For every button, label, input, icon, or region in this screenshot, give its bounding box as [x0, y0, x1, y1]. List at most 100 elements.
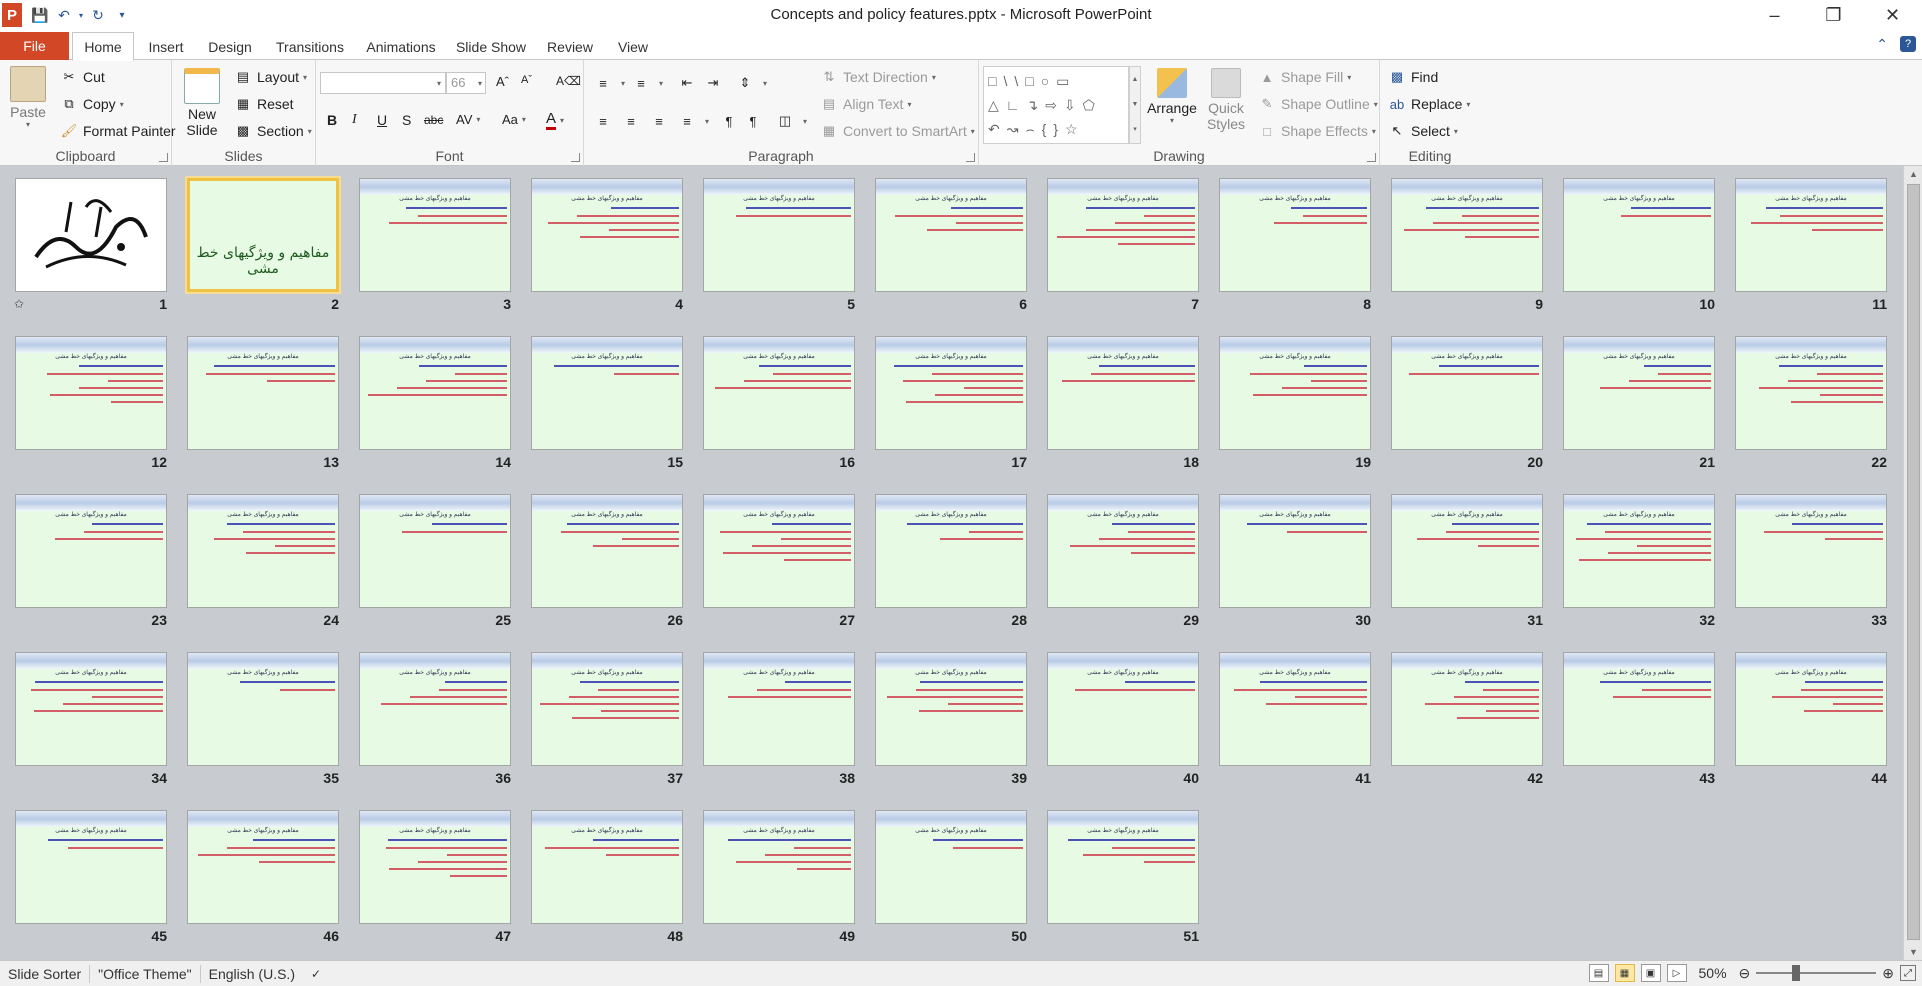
section-button[interactable]: ▩ Section ▾ [234, 122, 312, 140]
slide-thumbnail-cell[interactable]: مفاهیم و ویژگیهای خط مشی 27 [688, 482, 860, 637]
slide-thumbnail[interactable]: مفاهیم و ویژگیهای خط مشی [1735, 336, 1887, 450]
slide-thumbnail-cell[interactable]: مفاهیم و ویژگیهای خط مشی 40 [1032, 640, 1204, 795]
tab-animations[interactable]: Animations [362, 32, 440, 61]
slide-thumbnail[interactable]: مفاهیم و ویژگیهای خط مشی [1219, 652, 1371, 766]
slide-sorter-pane[interactable]: ✩ 1 مفاهیم و ویژگیهای خط مشی 2 مفاهیم و ویژگ… [0, 166, 1903, 960]
font-color-button[interactable]: A ▾ [546, 110, 564, 130]
slide-thumbnail-cell[interactable]: مفاهیم و ویژگیهای خط مشی 16 [688, 324, 860, 479]
slide-thumbnail[interactable]: مفاهیم و ویژگیهای خط مشی [187, 652, 339, 766]
scroll-thumb[interactable] [1907, 184, 1920, 940]
slide-thumbnail-cell[interactable]: مفاهیم و ویژگیهای خط مشی 3 [344, 166, 516, 321]
slide-thumbnail-cell[interactable]: مفاهیم و ویژگیهای خط مشی 39 [860, 640, 1032, 795]
zoom-in-icon[interactable]: ⊕ [1882, 965, 1894, 982]
slide-thumbnail[interactable]: مفاهیم و ویژگیهای خط مشی [703, 178, 855, 292]
slide-sorter-view-icon[interactable]: ▦ [1614, 964, 1635, 982]
shadow-button[interactable]: S [402, 112, 411, 128]
slide-thumbnail-cell[interactable]: مفاهیم و ویژگیهای خط مشی 38 [688, 640, 860, 795]
slide-thumbnail[interactable]: مفاهیم و ویژگیهای خط مشی [531, 178, 683, 292]
slide-thumbnail[interactable]: مفاهیم و ویژگیهای خط مشی [187, 494, 339, 608]
copy-button[interactable]: ⧉ Copy ▾ [60, 95, 123, 113]
slide-thumbnail[interactable]: مفاهیم و ویژگیهای خط مشی [703, 336, 855, 450]
slide-thumbnail[interactable] [15, 178, 167, 292]
slide-thumbnail[interactable]: مفاهیم و ویژگیهای خط مشی [359, 810, 511, 924]
tab-insert[interactable]: Insert [141, 32, 191, 61]
slide-thumbnail[interactable]: مفاهیم و ویژگیهای خط مشی [531, 494, 683, 608]
slide-thumbnail-cell[interactable]: مفاهیم و ویژگیهای خط مشی 13 [172, 324, 344, 479]
slide-thumbnail-cell[interactable]: مفاهیم و ویژگیهای خط مشی 35 [172, 640, 344, 795]
slide-thumbnail-cell[interactable]: مفاهیم و ویژگیهای خط مشی 12 [0, 324, 172, 479]
slide-thumbnail-cell[interactable]: مفاهیم و ویژگیهای خط مشی 32 [1548, 482, 1720, 637]
font-launcher-icon[interactable] [571, 153, 580, 162]
layout-button[interactable]: ▤ Layout ▾ [234, 68, 307, 86]
help-icon[interactable]: ? [1900, 36, 1916, 52]
slide-thumbnail[interactable]: مفاهیم و ویژگیهای خط مشی [1219, 336, 1371, 450]
close-icon[interactable]: ✕ [1863, 0, 1922, 30]
slide-thumbnail[interactable]: مفاهیم و ویژگیهای خط مشی [1047, 652, 1199, 766]
font-name-box[interactable]: ▾ [320, 72, 446, 94]
slide-thumbnail[interactable]: مفاهیم و ویژگیهای خط مشی [359, 652, 511, 766]
zoom-slider[interactable] [1756, 965, 1877, 981]
slide-thumbnail-cell[interactable]: مفاهیم و ویژگیهای خط مشی 47 [344, 798, 516, 953]
slide-thumbnail-cell[interactable]: مفاهیم و ویژگیهای خط مشی 31 [1376, 482, 1548, 637]
slide-thumbnail[interactable]: مفاهیم و ویژگیهای خط مشی [15, 494, 167, 608]
align-text-button[interactable]: ▤ Align Text ▾ [820, 95, 912, 113]
spell-check-icon[interactable]: ✓ [303, 965, 329, 983]
slide-thumbnail[interactable]: مفاهیم و ویژگیهای خط مشی [15, 336, 167, 450]
slide-thumbnail-cell[interactable]: مفاهیم و ویژگیهای خط مشی 21 [1548, 324, 1720, 479]
minimize-ribbon-icon[interactable]: ⌃ [1876, 36, 1888, 53]
slide-thumbnail[interactable]: مفاهیم و ویژگیهای خط مشی [187, 178, 339, 292]
slide-thumbnail-cell[interactable]: ✩ 1 [0, 166, 172, 321]
ltr-icon[interactable]: ¶ [720, 112, 743, 130]
slide-thumbnail[interactable]: مفاهیم و ویژگیهای خط مشی [703, 652, 855, 766]
slide-thumbnail[interactable]: مفاهیم و ویژگیهای خط مشی [1563, 178, 1715, 292]
clear-formatting-icon[interactable]: A⌫ [556, 74, 581, 88]
underline-button[interactable]: U [377, 112, 387, 128]
slide-thumbnail-cell[interactable]: مفاهیم و ویژگیهای خط مشی 15 [516, 324, 688, 479]
slide-thumbnail[interactable]: مفاهیم و ویژگیهای خط مشی [875, 336, 1027, 450]
arrange-button[interactable]: Arrange ▾ [1147, 68, 1197, 125]
tab-review[interactable]: Review [543, 32, 597, 61]
slide-thumbnail-cell[interactable]: مفاهیم و ویژگیهای خط مشی 25 [344, 482, 516, 637]
clipboard-launcher-icon[interactable] [159, 153, 168, 162]
shape-outline-button[interactable]: ✎ Shape Outline ▾ [1258, 95, 1378, 113]
slide-thumbnail[interactable]: مفاهیم و ویژگیهای خط مشی [15, 652, 167, 766]
slide-thumbnail[interactable]: مفاهیم و ویژگیهای خط مشی [1735, 178, 1887, 292]
decrease-indent-icon[interactable]: ⇤ [678, 74, 701, 92]
slide-thumbnail-cell[interactable]: مفاهیم و ویژگیهای خط مشی 33 [1720, 482, 1892, 637]
slide-thumbnail-cell[interactable]: مفاهیم و ویژگیهای خط مشی 19 [1204, 324, 1376, 479]
slide-thumbnail-cell[interactable]: مفاهیم و ویژگیهای خط مشی 41 [1204, 640, 1376, 795]
slide-thumbnail[interactable]: مفاهیم و ویژگیهای خط مشی [1047, 810, 1199, 924]
slide-thumbnail[interactable]: مفاهیم و ویژگیهای خط مشی [1047, 178, 1199, 292]
slide-thumbnail[interactable]: مفاهیم و ویژگیهای خط مشی [1563, 494, 1715, 608]
slide-thumbnail-cell[interactable]: مفاهیم و ویژگیهای خط مشی 50 [860, 798, 1032, 953]
align-center-icon[interactable]: ≡ [622, 112, 645, 130]
slide-thumbnail[interactable]: مفاهیم و ویژگیهای خط مشی [531, 652, 683, 766]
theme-indicator[interactable]: "Office Theme" [90, 964, 201, 983]
slide-thumbnail[interactable]: مفاهیم و ویژگیهای خط مشی [15, 810, 167, 924]
minimize-icon[interactable]: – [1745, 0, 1804, 30]
slide-thumbnail-cell[interactable]: مفاهیم و ویژگیهای خط مشی 4 [516, 166, 688, 321]
slide-thumbnail[interactable]: مفاهیم و ویژگیهای خط مشی [1047, 336, 1199, 450]
shapes-gallery[interactable]: □\\□○▭ △∟↴⇨⇩⬠ ↶↝⌢{}☆ [983, 66, 1129, 144]
slide-thumbnail-cell[interactable]: مفاهیم و ویژگیهای خط مشی 23 [0, 482, 172, 637]
slide-thumbnail-cell[interactable]: مفاهیم و ویژگیهای خط مشی 26 [516, 482, 688, 637]
bold-button[interactable]: B [327, 112, 337, 128]
slide-thumbnail[interactable]: مفاهیم و ویژگیهای خط مشی [531, 810, 683, 924]
rtl-icon[interactable]: ¶ [744, 112, 767, 130]
slide-thumbnail-cell[interactable]: مفاهیم و ویژگیهای خط مشی 6 [860, 166, 1032, 321]
slide-thumbnail-cell[interactable]: مفاهیم و ویژگیهای خط مشی 2 [172, 166, 344, 321]
slide-thumbnail-cell[interactable]: مفاهیم و ویژگیهای خط مشی 45 [0, 798, 172, 953]
text-direction-button[interactable]: ⇅ Text Direction ▾ [820, 68, 936, 86]
shape-effects-button[interactable]: □ Shape Effects ▾ [1258, 122, 1376, 140]
slide-thumbnail-cell[interactable]: مفاهیم و ویژگیهای خط مشی 24 [172, 482, 344, 637]
slide-thumbnail[interactable]: مفاهیم و ویژگیهای خط مشی [1391, 494, 1543, 608]
slide-thumbnail[interactable]: مفاهیم و ویژگیهای خط مشی [1563, 652, 1715, 766]
align-right-icon[interactable]: ≡ [650, 112, 673, 130]
restore-icon[interactable]: ❐ [1804, 0, 1863, 30]
slide-thumbnail-cell[interactable]: مفاهیم و ویژگیهای خط مشی 5 [688, 166, 860, 321]
shape-fill-button[interactable]: ▲ Shape Fill ▾ [1258, 68, 1352, 86]
slide-thumbnail-cell[interactable]: مفاهیم و ویژگیهای خط مشی 8 [1204, 166, 1376, 321]
slide-thumbnail-cell[interactable]: مفاهیم و ویژگیهای خط مشی 46 [172, 798, 344, 953]
slide-thumbnail-cell[interactable]: مفاهیم و ویژگیهای خط مشی 43 [1548, 640, 1720, 795]
slide-thumbnail-cell[interactable]: مفاهیم و ویژگیهای خط مشی 51 [1032, 798, 1204, 953]
